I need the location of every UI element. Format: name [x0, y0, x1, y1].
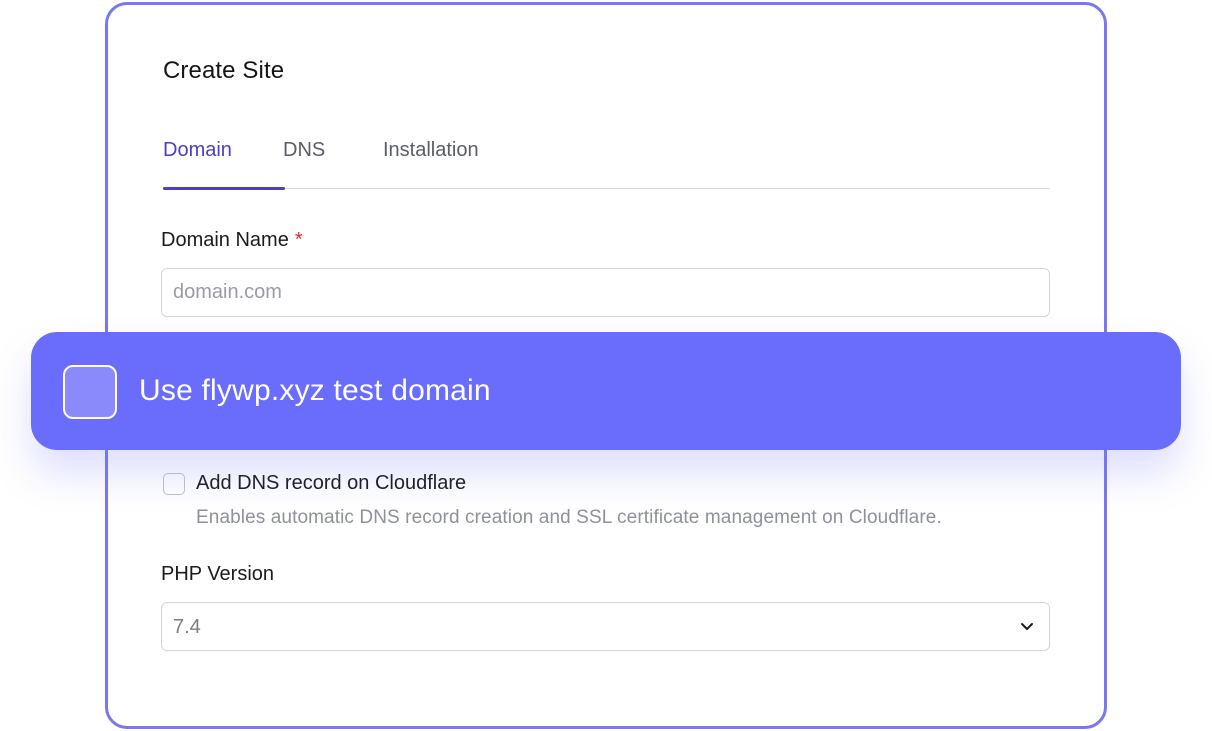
domain-name-label-text: Domain Name [161, 229, 289, 251]
test-domain-checkbox[interactable] [63, 365, 117, 419]
page-title: Create Site [163, 57, 285, 84]
php-version-select[interactable]: 7.4 [161, 602, 1050, 651]
php-version-value: 7.4 [173, 616, 201, 638]
domain-name-input[interactable] [161, 268, 1050, 317]
stage: Create Site Domain DNS Installation Doma… [0, 0, 1212, 731]
cloudflare-option: Add DNS record on Cloudflare [163, 472, 466, 495]
tab-installation[interactable]: Installation [383, 139, 479, 162]
cloudflare-checkbox-label[interactable]: Add DNS record on Cloudflare [196, 472, 466, 495]
domain-name-label: Domain Name * [161, 229, 303, 252]
active-tab-indicator [163, 187, 285, 190]
chevron-down-icon [1021, 623, 1033, 630]
php-version-label: PHP Version [161, 563, 275, 585]
tab-bar: Domain DNS Installation [163, 135, 1050, 190]
tab-domain[interactable]: Domain [163, 139, 232, 162]
test-domain-label[interactable]: Use flywp.xyz test domain [139, 374, 491, 408]
test-domain-option[interactable]: Use flywp.xyz test domain [31, 332, 1181, 450]
cloudflare-checkbox[interactable] [163, 472, 185, 495]
required-mark: * [294, 229, 303, 251]
cloudflare-help-text: Enables automatic DNS record creation an… [196, 507, 942, 528]
tab-dns[interactable]: DNS [283, 139, 325, 162]
